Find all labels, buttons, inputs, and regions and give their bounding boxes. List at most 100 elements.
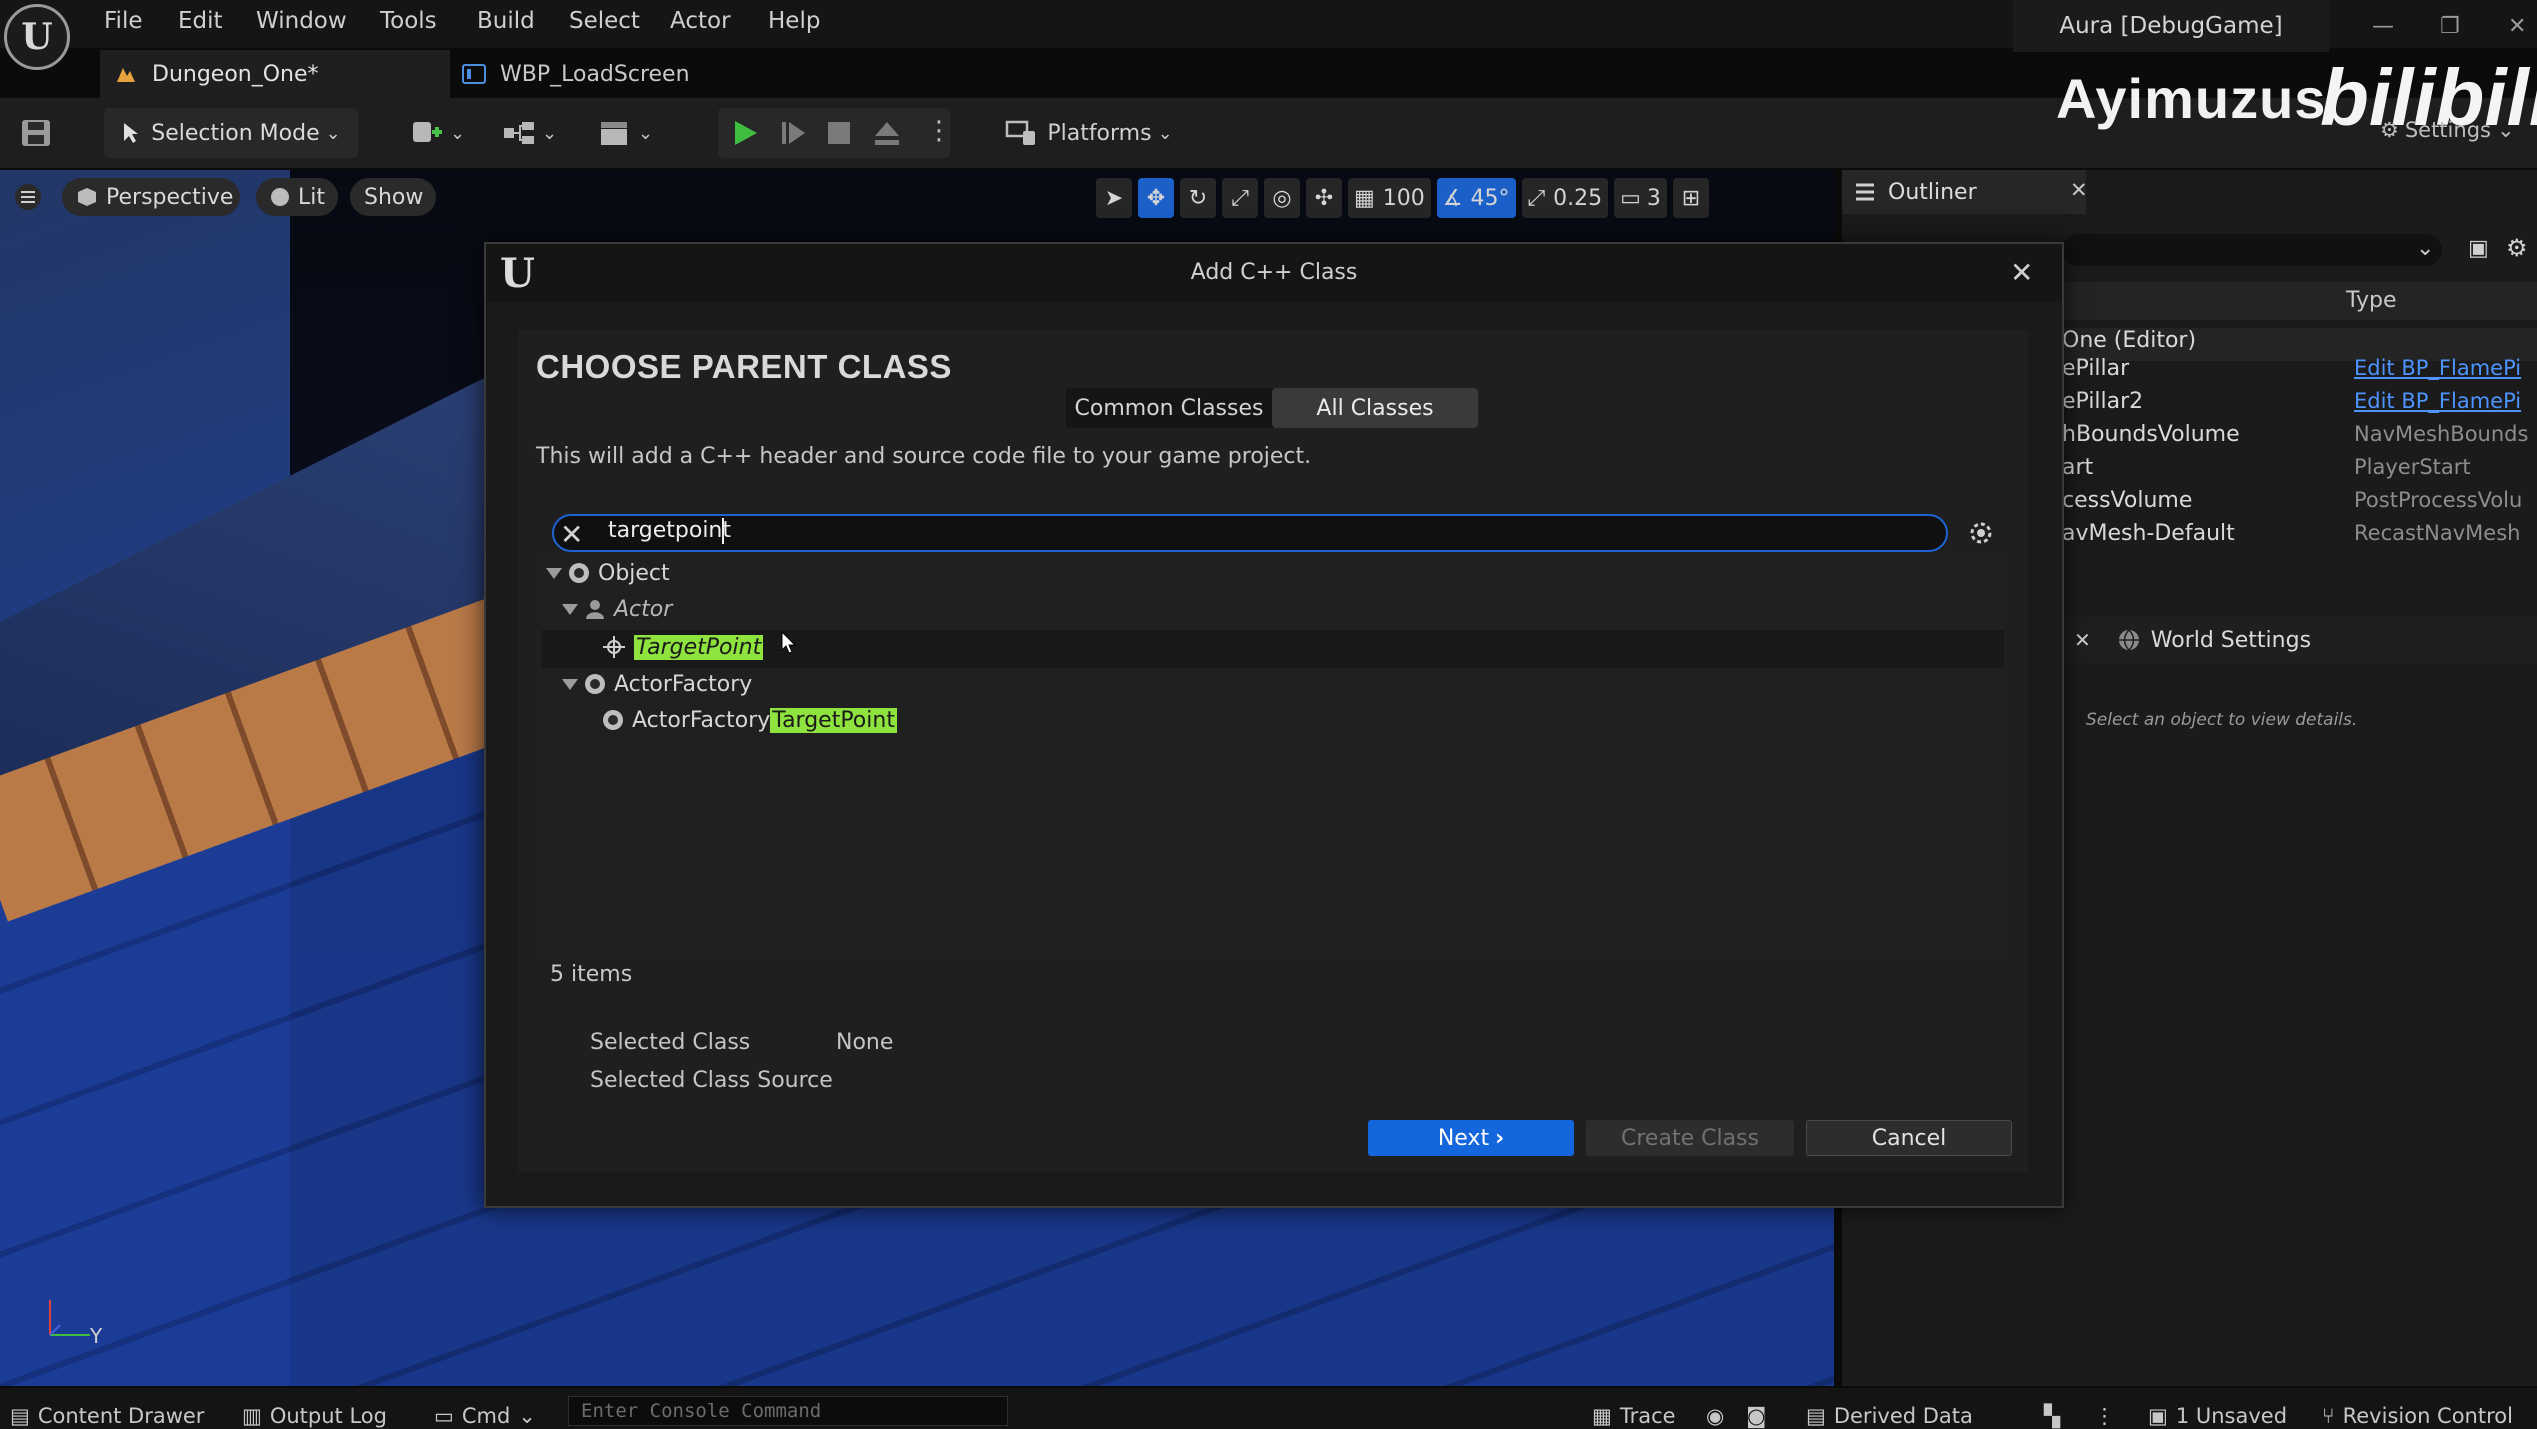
- restore-icon[interactable]: ❐: [2440, 14, 2460, 39]
- menu-select[interactable]: Select: [569, 8, 640, 34]
- cancel-button[interactable]: Cancel: [1806, 1120, 2012, 1156]
- more-options-icon[interactable]: ⋮: [2094, 1404, 2115, 1428]
- grid-snap-button[interactable]: ▦ 100: [1348, 178, 1431, 218]
- outliner-title: Outliner: [1888, 179, 1977, 205]
- layout-icon[interactable]: ⊞: [1672, 178, 1709, 218]
- tab-world-settings[interactable]: ✕ World Settings: [2062, 617, 2537, 663]
- tab-dungeon-one[interactable]: Dungeon_One*: [100, 50, 450, 98]
- stop-icon[interactable]: [826, 120, 852, 146]
- folder-add-icon[interactable]: ▣: [2468, 236, 2489, 261]
- camera-speed-button[interactable]: ▭ 3: [1614, 178, 1667, 218]
- trace-button[interactable]: ▦ Trace: [1592, 1404, 1676, 1428]
- chevron-down-icon[interactable]: ⌄: [2416, 236, 2434, 261]
- selection-mode-dropdown[interactable]: Selection Mode ⌄: [104, 108, 358, 158]
- scale-tool-icon[interactable]: ⤢: [1222, 178, 1258, 218]
- text-caret: [722, 518, 724, 544]
- rotation-snap-button[interactable]: ∡ 45°: [1436, 178, 1516, 218]
- cinematics-button[interactable]: ⌄: [598, 118, 653, 148]
- gear-icon[interactable]: [1966, 518, 1996, 548]
- minimize-icon[interactable]: —: [2372, 14, 2394, 39]
- revision-control-button[interactable]: ⑂ Revision Control: [2322, 1404, 2513, 1428]
- blueprint-button[interactable]: ⌄: [502, 118, 557, 148]
- widget-blueprint-icon: [462, 63, 486, 85]
- close-icon[interactable]: ✕: [2010, 256, 2033, 289]
- expand-arrow-icon[interactable]: [562, 603, 578, 615]
- derived-data-button[interactable]: ▤ Derived Data: [1806, 1404, 1973, 1428]
- camera-speed-value: 3: [1646, 185, 1661, 211]
- output-log-button[interactable]: ▥ Output Log: [242, 1404, 387, 1428]
- outliner-row[interactable]: avMesh-Default RecastNavMesh: [2062, 521, 2537, 554]
- close-icon[interactable]: ✕: [2070, 178, 2088, 202]
- surface-snap-icon[interactable]: ✣: [1306, 178, 1342, 218]
- actor-name: avMesh-Default: [2062, 521, 2235, 546]
- unsaved-button[interactable]: ▣ 1 Unsaved: [2148, 1404, 2287, 1428]
- class-search-input[interactable]: [552, 514, 1948, 552]
- outliner-row[interactable]: cessVolume PostProcessVolu: [2062, 488, 2537, 521]
- axis-y-label: Y: [90, 1324, 103, 1348]
- outliner-row[interactable]: ePillar Edit BP_FlamePi: [2062, 356, 2537, 389]
- snapshot-icon[interactable]: ◙: [1746, 1404, 1766, 1428]
- outliner-search-input[interactable]: [2062, 234, 2442, 266]
- chevron-down-icon: ⌄: [638, 122, 654, 144]
- create-class-button[interactable]: Create Class: [1586, 1120, 1794, 1156]
- tab-wbp-loadscreen[interactable]: WBP_LoadScreen: [462, 50, 690, 98]
- menu-window[interactable]: Window: [256, 8, 347, 34]
- clear-search-icon[interactable]: ✕: [560, 518, 583, 551]
- perspective-button[interactable]: Perspective: [62, 178, 240, 216]
- lit-button[interactable]: Lit: [256, 178, 338, 216]
- settings-button[interactable]: ⚙ Settings ⌄: [2380, 118, 2515, 142]
- rotate-tool-icon[interactable]: ↻: [1180, 178, 1216, 218]
- edit-blueprint-link[interactable]: Edit BP_FlamePi: [2354, 389, 2530, 413]
- menu-build[interactable]: Build: [477, 8, 535, 34]
- select-tool-icon[interactable]: ➤: [1096, 178, 1132, 218]
- menu-edit[interactable]: Edit: [178, 8, 223, 34]
- selected-class-source-label: Selected Class Source: [590, 1068, 833, 1093]
- outliner-row[interactable]: hBoundsVolume NavMeshBounds: [2062, 422, 2537, 455]
- tab-outliner[interactable]: Outliner: [1842, 170, 2086, 214]
- world-space-icon[interactable]: ◎: [1264, 178, 1300, 218]
- unreal-logo-icon[interactable]: U: [4, 4, 70, 70]
- console-command-input[interactable]: Enter Console Command: [568, 1396, 1008, 1426]
- tree-item-label: ActorFactory: [614, 671, 753, 697]
- move-tool-icon[interactable]: ✥: [1138, 178, 1174, 218]
- edit-blueprint-link[interactable]: Edit BP_FlamePi: [2354, 356, 2530, 380]
- play-icon[interactable]: [730, 118, 760, 148]
- tree-item-actorfactorytargetpoint[interactable]: ActorFactory TargetPoint: [602, 703, 897, 737]
- viewport-menu-icon[interactable]: [14, 184, 42, 210]
- unsaved-label: 1 Unsaved: [2175, 1404, 2288, 1428]
- scale-snap-button[interactable]: ⤢ 0.25: [1521, 178, 1609, 218]
- expand-arrow-icon[interactable]: [546, 567, 562, 579]
- type-column-header[interactable]: Type: [2346, 288, 2397, 313]
- tree-item-label: Object: [598, 560, 670, 586]
- expand-arrow-icon[interactable]: [562, 678, 578, 690]
- record-icon[interactable]: ◉: [1706, 1404, 1724, 1428]
- tab-common-classes[interactable]: Common Classes: [1066, 388, 1272, 428]
- world-settings-label: World Settings: [2150, 627, 2312, 653]
- database-icon: ▤: [1806, 1404, 1826, 1428]
- menu-file[interactable]: File: [104, 8, 143, 34]
- save-icon[interactable]: [20, 118, 52, 148]
- outliner-row[interactable]: ePillar2 Edit BP_FlamePi: [2062, 389, 2537, 422]
- source-control-icon[interactable]: ▚: [2044, 1404, 2060, 1428]
- content-drawer-button[interactable]: ▤ Content Drawer: [10, 1404, 204, 1428]
- menu-tools[interactable]: Tools: [380, 8, 437, 34]
- tree-item-actor[interactable]: Actor: [562, 592, 672, 626]
- platforms-dropdown[interactable]: Platforms ⌄: [994, 108, 1184, 158]
- cmd-dropdown[interactable]: ▭ Cmd ⌄: [434, 1404, 536, 1428]
- play-options-icon[interactable]: ⋮: [926, 116, 952, 146]
- outliner-row[interactable]: art PlayerStart: [2062, 455, 2537, 488]
- close-window-icon[interactable]: ✕: [2508, 14, 2526, 39]
- add-actor-button[interactable]: ⌄: [410, 118, 465, 148]
- gear-icon[interactable]: ⚙: [2506, 234, 2528, 262]
- next-button[interactable]: Next ›: [1368, 1120, 1574, 1156]
- tree-item-actorfactory[interactable]: ActorFactory: [562, 667, 752, 701]
- show-button[interactable]: Show: [350, 178, 436, 216]
- eject-icon[interactable]: [872, 118, 902, 148]
- advance-frame-icon[interactable]: [778, 118, 808, 148]
- menu-actor[interactable]: Actor: [670, 8, 731, 34]
- tree-item-object[interactable]: Object: [546, 556, 670, 590]
- close-icon[interactable]: ✕: [2074, 628, 2091, 652]
- tab-all-classes[interactable]: All Classes: [1272, 388, 1478, 428]
- menu-help[interactable]: Help: [768, 8, 820, 34]
- tree-item-targetpoint[interactable]: TargetPoint: [602, 630, 764, 664]
